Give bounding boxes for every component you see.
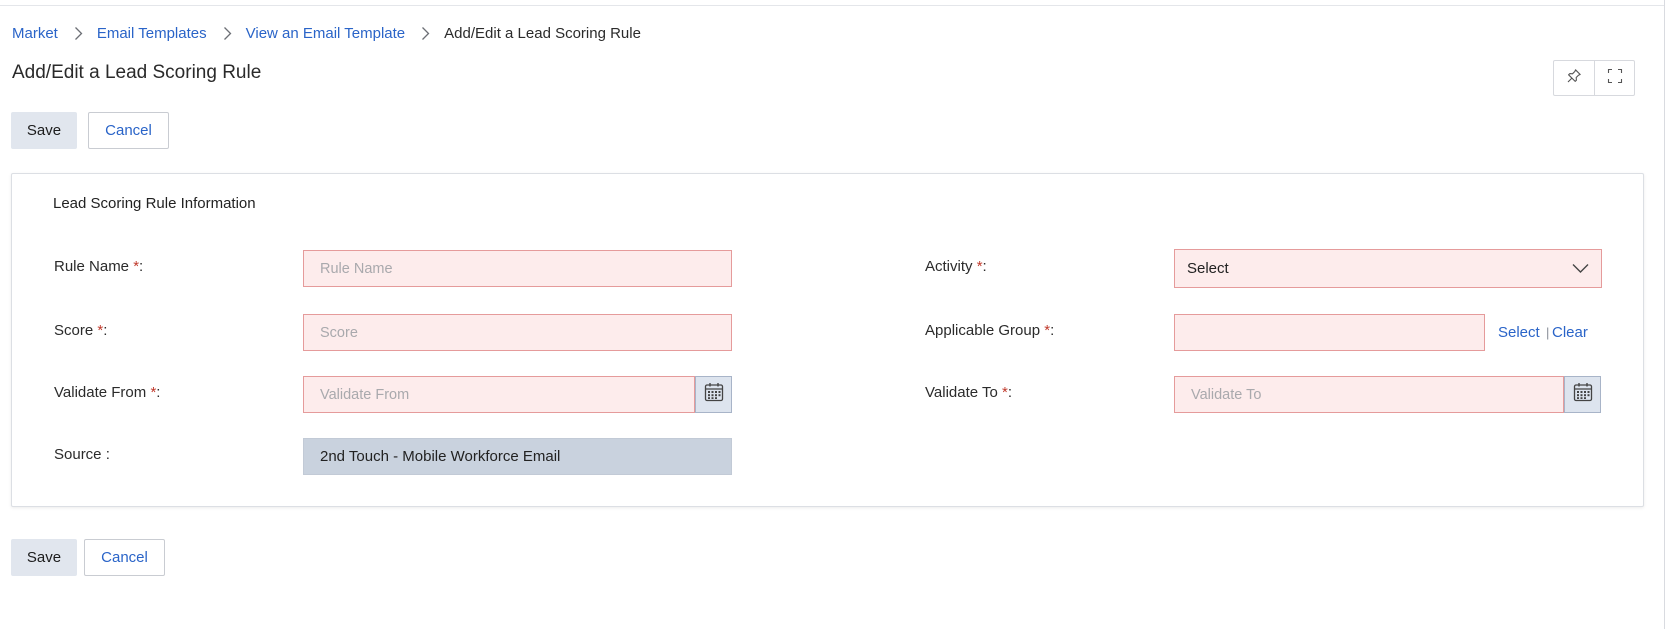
fullscreen-button[interactable] <box>1594 61 1634 95</box>
header-actions <box>1553 60 1635 96</box>
score-label: Score *: <box>54 322 108 339</box>
footer-cancel-button[interactable]: Cancel <box>84 539 165 576</box>
footer-save-button[interactable]: Save <box>11 539 77 576</box>
cancel-button[interactable]: Cancel <box>88 112 169 149</box>
fullscreen-icon <box>1607 68 1623 89</box>
validate-to-calendar-button[interactable] <box>1564 376 1601 413</box>
chevron-right-icon <box>421 26 430 41</box>
validate-to-input[interactable] <box>1174 376 1564 413</box>
lead-scoring-rule-panel: Lead Scoring Rule Information Rule Name … <box>11 173 1644 507</box>
applicable-group-clear-link[interactable]: Clear <box>1552 324 1588 341</box>
activity-selected-value: Select <box>1187 260 1229 277</box>
activity-select[interactable]: Select <box>1174 249 1602 288</box>
source-field: 2nd Touch - Mobile Workforce Email <box>303 438 732 475</box>
activity-label: Activity *: <box>925 258 987 275</box>
rule-name-input[interactable] <box>303 250 732 287</box>
top-divider <box>0 5 1665 6</box>
calendar-icon <box>1573 382 1593 407</box>
applicable-group-input[interactable] <box>1174 314 1485 351</box>
score-input[interactable] <box>303 314 732 351</box>
breadcrumb-market[interactable]: Market <box>12 25 58 42</box>
validate-from-label: Validate From *: <box>54 384 161 401</box>
pin-icon <box>1566 68 1582 89</box>
validate-from-calendar-button[interactable] <box>695 376 732 413</box>
breadcrumb-email-templates[interactable]: Email Templates <box>97 25 207 42</box>
save-button[interactable]: Save <box>11 112 77 149</box>
chevron-down-icon <box>1572 261 1589 278</box>
applicable-group-select-link[interactable]: Select <box>1498 324 1540 341</box>
breadcrumb-current: Add/Edit a Lead Scoring Rule <box>444 24 641 42</box>
page-title: Add/Edit a Lead Scoring Rule <box>12 62 262 83</box>
link-separator: | <box>1546 325 1550 340</box>
breadcrumb: Market Email Templates View an Email Tem… <box>12 22 641 44</box>
calendar-icon <box>704 382 724 407</box>
source-label: Source : <box>54 446 110 463</box>
rule-name-label: Rule Name *: <box>54 258 144 275</box>
page: Market Email Templates View an Email Tem… <box>0 0 1665 629</box>
validate-from-input[interactable] <box>303 376 695 413</box>
pin-button[interactable] <box>1554 61 1594 95</box>
section-title: Lead Scoring Rule Information <box>53 195 256 212</box>
chevron-right-icon <box>74 26 83 41</box>
applicable-group-label: Applicable Group *: <box>925 322 1055 339</box>
chevron-right-icon <box>223 26 232 41</box>
validate-to-label: Validate To *: <box>925 384 1013 401</box>
breadcrumb-view-email-template[interactable]: View an Email Template <box>246 25 406 42</box>
